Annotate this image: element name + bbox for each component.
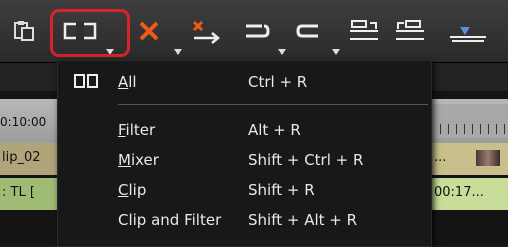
menu-item-label: Clip — [118, 181, 147, 199]
add-in-point-icon[interactable] — [344, 14, 384, 48]
clip-timecode: 00:17... — [434, 185, 484, 200]
undo-dropdown-icon[interactable] — [278, 40, 286, 59]
clip-track-2[interactable]: : TL [ — [0, 178, 58, 210]
ripple-delete-icon[interactable] — [186, 14, 226, 48]
menu-item-shortcut: Ctrl + R — [248, 73, 308, 91]
add-out-point-icon[interactable] — [390, 14, 430, 48]
delete-icon[interactable] — [134, 14, 164, 48]
split-icon — [74, 73, 98, 93]
clip-track-2-right[interactable]: 00:17... — [430, 178, 508, 210]
menu-item-all[interactable]: All Ctrl + R — [58, 67, 431, 97]
menu-item-shortcut: Alt + R — [248, 121, 301, 139]
paste-icon[interactable] — [8, 14, 42, 48]
menu-item-clip[interactable]: Clip Shift + R — [58, 175, 431, 205]
ruler-ticks — [440, 124, 508, 134]
menu-separator — [118, 104, 428, 105]
menu-item-clip-and-filter[interactable]: Clip and Filter Shift + Alt + R — [58, 205, 431, 235]
marker-icon[interactable] — [444, 14, 492, 48]
clip-thumbnail — [476, 150, 500, 166]
split-clip-icon[interactable] — [60, 14, 100, 48]
clip-right-label: ... — [434, 150, 447, 165]
clip-track-1[interactable]: lip_02 — [0, 143, 58, 175]
clip-label-2: : TL [ — [2, 185, 35, 200]
redo-icon[interactable] — [290, 14, 326, 48]
menu-item-shortcut: Shift + Alt + R — [248, 211, 358, 229]
split-clip-menu: All Ctrl + R Filter Alt + R Mixer Shift … — [57, 60, 432, 247]
undo-icon[interactable] — [238, 14, 274, 48]
menu-item-mixer[interactable]: Mixer Shift + Ctrl + R — [58, 145, 431, 175]
menu-item-shortcut: Shift + Ctrl + R — [248, 151, 364, 169]
menu-item-filter[interactable]: Filter Alt + R — [58, 115, 431, 145]
menu-item-label: Mixer — [118, 151, 159, 169]
redo-dropdown-icon[interactable] — [332, 40, 340, 59]
menu-item-shortcut: Shift + R — [248, 181, 315, 199]
split-clip-dropdown-icon[interactable] — [106, 40, 114, 59]
delete-dropdown-icon[interactable] — [174, 40, 182, 59]
ruler-time: 0:10:00 — [0, 115, 47, 129]
menu-item-label: Filter — [118, 121, 156, 139]
menu-item-label: Clip and Filter — [118, 211, 222, 229]
menu-item-label: All — [118, 73, 137, 91]
clip-label: lip_02 — [2, 150, 41, 165]
